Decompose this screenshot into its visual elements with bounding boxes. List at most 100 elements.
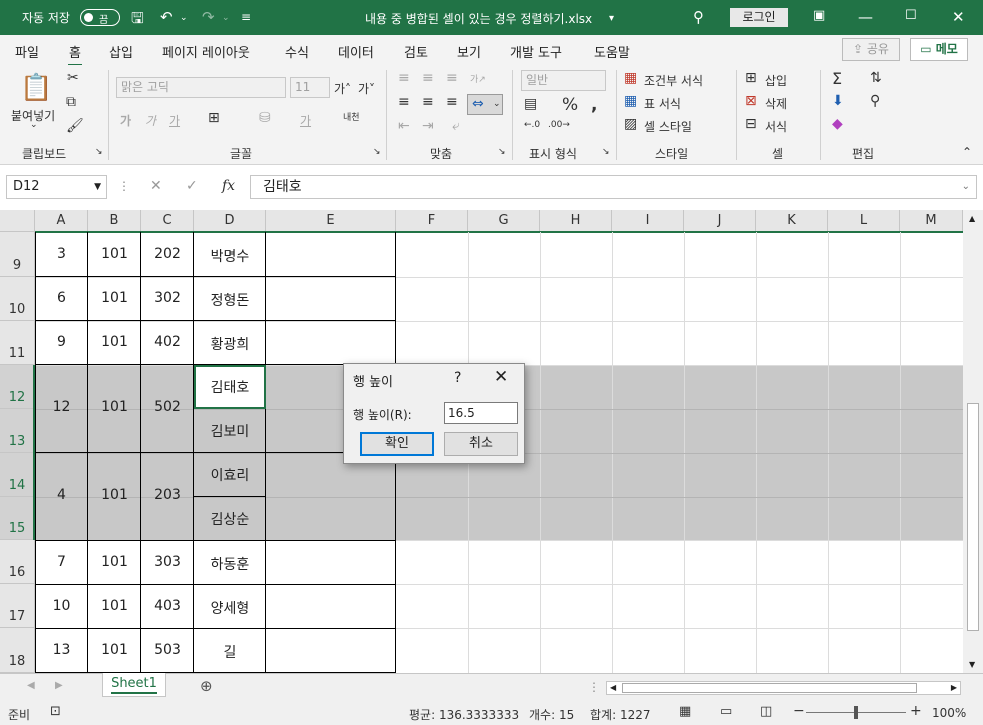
font-color-icon[interactable]: 가 bbox=[300, 112, 311, 129]
merge-center-button[interactable]: ⇔ ⌄ bbox=[467, 94, 503, 115]
minimize-icon[interactable]: — bbox=[858, 8, 873, 26]
bold-icon[interactable]: 가 bbox=[120, 112, 131, 129]
conditional-format-icon[interactable]: ▦ bbox=[624, 70, 637, 86]
help-icon[interactable]: ? bbox=[454, 370, 461, 386]
cell[interactable]: 김보미 bbox=[194, 421, 266, 441]
vertical-scroll-thumb[interactable] bbox=[967, 403, 979, 631]
status-count[interactable]: 개수: 15 bbox=[529, 706, 574, 723]
scroll-up-icon[interactable]: ▲ bbox=[969, 214, 975, 223]
scroll-left-icon[interactable]: ◀ bbox=[610, 683, 616, 692]
format-cells-button[interactable]: 서식 bbox=[765, 118, 787, 135]
memo-button[interactable]: ▭ 메모 bbox=[910, 38, 968, 61]
merged-cell[interactable]: 203 bbox=[141, 487, 194, 503]
cell[interactable]: 101 bbox=[88, 598, 141, 614]
zoom-in-icon[interactable]: + bbox=[910, 703, 922, 719]
fill-icon[interactable]: ⬇ bbox=[832, 93, 844, 109]
tab-split-icon[interactable]: ⋮ bbox=[588, 680, 600, 694]
tab-developer[interactable]: 개발 도구 bbox=[510, 42, 562, 61]
cell-styles-icon[interactable]: ▨ bbox=[624, 116, 637, 132]
cell-styles-button[interactable]: 셀 스타일 bbox=[644, 118, 692, 135]
increase-indent-icon[interactable]: ⇥ bbox=[422, 118, 434, 134]
find-select-icon[interactable]: ⚲ bbox=[870, 93, 880, 109]
cell[interactable]: 박명수 bbox=[194, 246, 266, 266]
scroll-down-icon[interactable]: ▼ bbox=[969, 660, 975, 669]
wrap-text-icon[interactable]: ⤶ bbox=[452, 118, 460, 134]
row-header[interactable]: 9 bbox=[0, 232, 35, 277]
horizontal-scrollbar[interactable]: ◀ ▶ bbox=[606, 681, 961, 695]
vertical-scrollbar[interactable]: ▲ ▼ bbox=[963, 210, 983, 673]
cell[interactable]: 503 bbox=[141, 642, 194, 658]
underline-icon[interactable]: 가 bbox=[169, 112, 180, 129]
cell[interactable]: 김태호 bbox=[194, 377, 266, 397]
sort-filter-icon[interactable]: ⇅ bbox=[870, 70, 882, 86]
tab-view[interactable]: 보기 bbox=[457, 42, 481, 61]
tab-file[interactable]: 파일 bbox=[15, 42, 39, 61]
font-shrink-icon[interactable]: 가˅ bbox=[358, 80, 375, 97]
row-header[interactable]: 15 bbox=[0, 497, 35, 540]
decrease-indent-icon[interactable]: ⇤ bbox=[398, 118, 410, 134]
clipboard-launcher-icon[interactable]: ↘ bbox=[95, 147, 103, 157]
share-button[interactable]: ⇪ 공유 bbox=[842, 38, 900, 61]
percent-icon[interactable]: % bbox=[562, 95, 578, 115]
page-break-view-icon[interactable]: ◫ bbox=[760, 704, 772, 719]
align-middle-icon[interactable]: ≡ bbox=[422, 70, 434, 86]
dialog-close-icon[interactable]: ✕ bbox=[494, 367, 508, 387]
column-header[interactable]: K bbox=[756, 210, 828, 232]
cell[interactable]: 양세형 bbox=[194, 598, 266, 618]
autosum-icon[interactable]: Σ bbox=[832, 69, 842, 88]
file-name[interactable]: 내용 중 병합된 셀이 있는 경우 정렬하기.xlsx bbox=[365, 10, 592, 27]
cell[interactable]: 302 bbox=[141, 290, 194, 306]
column-header[interactable]: F bbox=[396, 210, 468, 232]
italic-icon[interactable]: 가 bbox=[145, 112, 156, 129]
align-bottom-icon[interactable]: ≡ bbox=[446, 70, 458, 86]
row-header[interactable]: 16 bbox=[0, 540, 35, 584]
column-header[interactable]: M bbox=[900, 210, 963, 232]
cell[interactable]: 101 bbox=[88, 290, 141, 306]
cell[interactable]: 101 bbox=[88, 334, 141, 350]
normal-view-icon[interactable]: ▦ bbox=[679, 704, 691, 719]
cell[interactable]: 101 bbox=[88, 554, 141, 570]
collapse-ribbon-icon[interactable]: ⌃ bbox=[962, 145, 972, 159]
zoom-out-icon[interactable]: − bbox=[793, 703, 805, 719]
cell[interactable]: 10 bbox=[35, 598, 88, 614]
increase-decimal-icon[interactable]: ←.0 bbox=[524, 120, 540, 130]
status-average[interactable]: 평균: 136.3333333 bbox=[409, 706, 519, 723]
row-height-input[interactable]: 16.5 bbox=[444, 402, 518, 424]
column-header[interactable]: A bbox=[35, 210, 88, 232]
insert-cells-button[interactable]: 삽입 bbox=[765, 72, 787, 89]
cancel-icon[interactable]: ✕ bbox=[150, 178, 162, 194]
tab-home[interactable]: 홈 bbox=[68, 42, 82, 67]
row-header[interactable]: 14 bbox=[0, 453, 35, 497]
row-header[interactable]: 17 bbox=[0, 584, 35, 628]
border-icon[interactable]: ⊞ bbox=[208, 110, 220, 126]
tab-data[interactable]: 데이터 bbox=[338, 42, 374, 61]
zoom-slider-thumb[interactable] bbox=[854, 706, 858, 719]
conditional-format-button[interactable]: 조건부 서식 bbox=[644, 72, 703, 89]
font-size-select[interactable]: 11 bbox=[290, 77, 330, 98]
column-header[interactable]: G bbox=[468, 210, 540, 232]
decrease-decimal-icon[interactable]: .00→ bbox=[548, 120, 570, 130]
cut-icon[interactable]: ✂ bbox=[67, 70, 79, 86]
next-sheet-icon[interactable]: ▶ bbox=[55, 680, 63, 691]
redo-dropdown-icon[interactable]: ⌄ bbox=[222, 13, 230, 23]
tab-insert[interactable]: 삽입 bbox=[109, 42, 133, 61]
sheet-tab-sheet1[interactable]: Sheet1 bbox=[102, 673, 166, 697]
font-name-select[interactable]: 맑은 고딕 bbox=[116, 77, 286, 98]
cell[interactable]: 하동훈 bbox=[194, 554, 266, 574]
select-all-corner[interactable] bbox=[0, 210, 35, 232]
cell[interactable]: 9 bbox=[35, 334, 88, 350]
customize-icon[interactable]: ≡ bbox=[241, 10, 251, 24]
save-icon[interactable]: 🖫 bbox=[131, 8, 144, 33]
cancel-button[interactable]: 취소 bbox=[444, 432, 518, 456]
scroll-right-icon[interactable]: ▶ bbox=[951, 683, 957, 692]
column-header[interactable]: J bbox=[684, 210, 756, 232]
currency-icon[interactable]: ▤ bbox=[524, 96, 537, 112]
merged-cell[interactable]: 12 bbox=[35, 399, 88, 415]
prev-sheet-icon[interactable]: ◀ bbox=[27, 680, 35, 691]
add-sheet-icon[interactable]: ⊕ bbox=[200, 677, 213, 695]
delete-cells-icon[interactable]: ⊠ bbox=[745, 93, 757, 109]
number-launcher-icon[interactable]: ↘ bbox=[602, 147, 610, 157]
insert-function-icon[interactable]: fx bbox=[222, 178, 235, 194]
cell[interactable]: 403 bbox=[141, 598, 194, 614]
copy-icon[interactable]: ⧉ bbox=[66, 94, 76, 110]
